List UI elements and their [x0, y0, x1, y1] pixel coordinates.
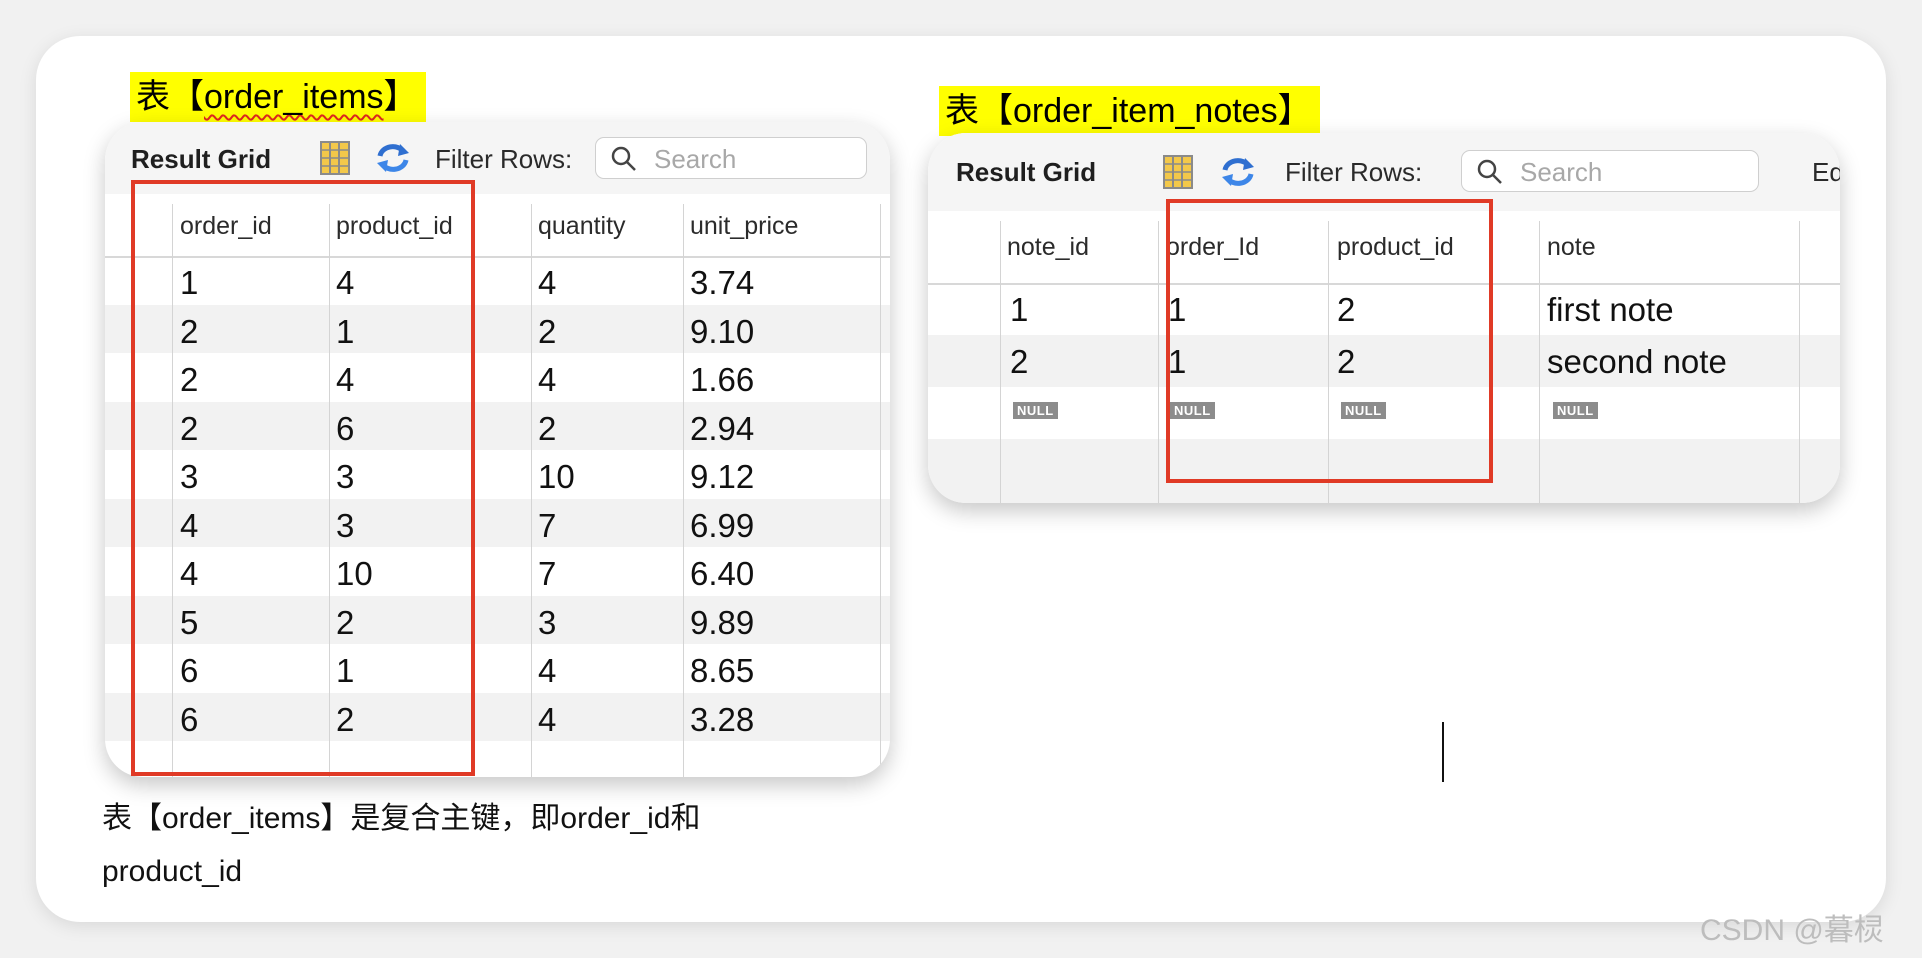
- label-suffix: 】: [383, 78, 418, 116]
- composite-key-highlight-box: [131, 180, 475, 776]
- search-input[interactable]: Search: [1461, 150, 1759, 192]
- caption-line-1: 表【order_items】是复合主键，即order_id和: [102, 802, 701, 835]
- caption-line-2: product_id: [102, 855, 243, 888]
- table-cell[interactable]: 3.28: [690, 701, 754, 739]
- table-cell[interactable]: 6.40: [690, 555, 754, 593]
- null-badge: NULL: [1553, 402, 1598, 419]
- table-cell[interactable]: 6.99: [690, 507, 754, 545]
- table-cell[interactable]: 10: [538, 458, 575, 496]
- table-cell[interactable]: 1: [1010, 291, 1028, 329]
- null-badge: NULL: [1013, 402, 1058, 419]
- table-cell[interactable]: first note: [1547, 291, 1674, 329]
- column-header-note[interactable]: note: [1547, 233, 1596, 262]
- edit-label[interactable]: Ed: [1812, 157, 1840, 188]
- table-cell[interactable]: 7: [538, 555, 556, 593]
- table-cell[interactable]: 4: [538, 361, 556, 399]
- composite-key-highlight-box: [1166, 199, 1493, 483]
- table-cell[interactable]: 2: [1010, 343, 1028, 381]
- column-header-note-id[interactable]: note_id: [1007, 233, 1089, 262]
- table-cell[interactable]: 1.66: [690, 361, 754, 399]
- column-divider: [880, 204, 881, 777]
- table-cell[interactable]: 2.94: [690, 410, 754, 448]
- label-prefix: 表【: [136, 78, 204, 116]
- table-cell[interactable]: 9.10: [690, 313, 754, 351]
- grid-columns-icon[interactable]: [320, 141, 350, 180]
- table-cell[interactable]: 9.89: [690, 604, 754, 642]
- table-cell[interactable]: 4: [538, 701, 556, 739]
- result-grid-title: Result Grid: [131, 144, 272, 174]
- table-cell[interactable]: 4: [538, 264, 556, 302]
- result-grid-title: Result Grid: [956, 157, 1097, 187]
- search-icon: [610, 145, 638, 178]
- column-header-unit-price[interactable]: unit_price: [690, 212, 798, 241]
- table-cell[interactable]: 2: [538, 410, 556, 448]
- filter-rows-label: Filter Rows:: [435, 144, 573, 174]
- text-cursor: [1442, 722, 1444, 782]
- table-cell[interactable]: 3.74: [690, 264, 754, 302]
- column-divider: [1000, 221, 1001, 503]
- column-divider: [1799, 221, 1800, 503]
- table-cell[interactable]: 2: [538, 313, 556, 351]
- column-divider: [1539, 221, 1540, 503]
- refresh-icon[interactable]: [375, 141, 411, 180]
- table-cell[interactable]: 7: [538, 507, 556, 545]
- table-cell[interactable]: 8.65: [690, 652, 754, 690]
- filter-rows-label: Filter Rows:: [1285, 157, 1423, 187]
- table-cell[interactable]: 4: [538, 652, 556, 690]
- order-items-label: 表【order_items】: [130, 72, 426, 122]
- label-table-name: order_items: [204, 78, 384, 116]
- column-header-quantity[interactable]: quantity: [538, 212, 626, 241]
- column-divider: [1158, 221, 1159, 503]
- search-icon: [1476, 158, 1504, 191]
- order-item-notes-label: 表【order_item_notes】: [939, 86, 1320, 136]
- watermark: CSDN @暮棂: [1700, 914, 1884, 947]
- table-cell[interactable]: second note: [1547, 343, 1727, 381]
- search-placeholder: Search: [654, 144, 737, 174]
- table-cell[interactable]: 3: [538, 604, 556, 642]
- grid-columns-icon[interactable]: [1163, 155, 1193, 194]
- column-divider: [531, 204, 532, 777]
- refresh-icon[interactable]: [1220, 155, 1256, 194]
- search-input[interactable]: Search: [595, 137, 867, 179]
- caption-text: 表【order_items】是复合主键，即order_id和 product_i…: [102, 792, 700, 898]
- column-divider: [683, 204, 684, 777]
- table-cell[interactable]: 9.12: [690, 458, 754, 496]
- search-placeholder: Search: [1520, 157, 1603, 187]
